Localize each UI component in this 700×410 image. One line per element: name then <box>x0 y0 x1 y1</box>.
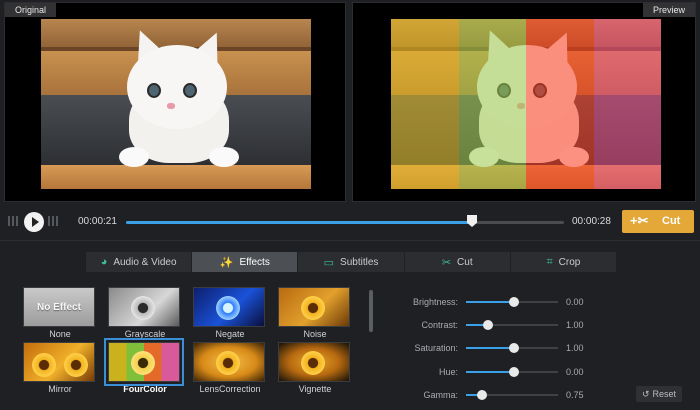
left-grip-handle[interactable] <box>8 216 20 226</box>
fourcolor-tint-band <box>391 19 459 189</box>
audio-video-icon: ◕ <box>100 256 108 268</box>
effect-label: None <box>49 329 71 339</box>
effect-lenscorrection[interactable]: LensCorrection <box>193 342 267 394</box>
effect-thumbnail <box>108 287 180 327</box>
saturation-label: Saturation: <box>414 343 458 353</box>
effect-grayscale[interactable]: Grayscale <box>108 287 182 339</box>
original-preview-pane: Original <box>4 2 346 202</box>
effects-scrollbar[interactable] <box>369 290 373 332</box>
hue-slider[interactable] <box>466 367 558 377</box>
slider-knob[interactable] <box>476 390 487 400</box>
tab-label: Subtitles <box>340 256 379 268</box>
tab-audio-video[interactable]: ◕ Audio & Video <box>86 252 193 272</box>
section-divider <box>0 240 700 241</box>
effect-thumbnail <box>193 287 265 327</box>
tab-label: Effects <box>239 256 270 268</box>
slider-knob[interactable] <box>483 320 494 330</box>
original-video-frame <box>41 19 311 189</box>
brightness-label: Brightness: <box>412 297 458 307</box>
contrast-value: 1.00 <box>566 320 584 330</box>
contrast-slider[interactable] <box>466 320 558 330</box>
timeline-playhead[interactable] <box>467 215 478 227</box>
hue-label: Hue: <box>438 367 458 377</box>
saturation-value: 1.00 <box>566 343 584 353</box>
magic-wand-icon: ✨ <box>219 256 234 269</box>
effect-preview-pane: Preview <box>352 2 696 202</box>
subtitles-icon: ▭ <box>323 256 335 269</box>
slider-knob[interactable] <box>508 367 519 377</box>
effect-label: LensCorrection <box>199 384 261 394</box>
scissors-icon: ✂ <box>441 256 452 269</box>
timeline-progress-fill <box>126 221 473 224</box>
play-button[interactable] <box>24 212 44 232</box>
brightness-value: 0.00 <box>566 297 584 307</box>
effect-none[interactable]: No Effect None <box>23 287 97 339</box>
slider-knob[interactable] <box>508 297 519 307</box>
fourcolor-tint-band <box>458 19 526 189</box>
effect-label: Noise <box>303 329 327 339</box>
slider-fill <box>466 301 514 303</box>
effect-label: Grayscale <box>124 329 166 339</box>
effect-thumbnail <box>278 287 350 327</box>
scissors-plus-icon: +✂ <box>630 213 649 228</box>
cut-button-label: Cut <box>662 215 681 227</box>
crop-icon: ⌗ <box>546 255 553 268</box>
effect-label: Negate <box>215 329 245 339</box>
timeline-track[interactable] <box>126 215 564 227</box>
tab-label: Crop <box>558 256 581 268</box>
effect-label: Mirror <box>48 384 72 394</box>
preview-video-frame <box>391 19 661 189</box>
gamma-slider[interactable] <box>466 390 558 400</box>
end-time: 00:00:28 <box>572 216 611 227</box>
effect-thumbnail <box>23 342 95 382</box>
cut-button[interactable]: +✂ Cut <box>622 210 694 233</box>
tab-effects[interactable]: ✨ Effects <box>192 252 299 272</box>
slider-fill <box>466 347 514 349</box>
effect-label: Vignette <box>298 384 332 394</box>
tab-subtitles[interactable]: ▭ Subtitles <box>298 252 405 272</box>
contrast-label: Contrast: <box>421 320 458 330</box>
tab-cut[interactable]: ✂ Cut <box>405 252 511 272</box>
tab-label: Cut <box>457 256 473 268</box>
effect-thumbnail <box>278 342 350 382</box>
effect-thumbnail: No Effect <box>23 287 95 327</box>
tab-label: Audio & Video <box>113 256 177 268</box>
reset-label: Reset <box>652 389 677 399</box>
tab-crop[interactable]: ⌗ Crop <box>511 252 616 272</box>
gamma-label: Gamma: <box>423 390 458 400</box>
reset-icon: ↺ <box>641 388 650 399</box>
hue-value: 0.00 <box>566 367 584 377</box>
slider-knob[interactable] <box>508 343 519 353</box>
effect-vignette[interactable]: Vignette <box>278 342 352 394</box>
slider-fill <box>466 371 514 373</box>
effect-negate[interactable]: Negate <box>193 287 267 339</box>
preview-label: Preview <box>642 3 695 17</box>
effect-thumbnail <box>104 338 184 386</box>
editor-tabs: ◕ Audio & Video ✨ Effects ▭ Subtitles ✂ … <box>86 252 616 272</box>
original-label: Original <box>5 3 57 17</box>
current-time: 00:00:21 <box>78 216 117 227</box>
effect-noise[interactable]: Noise <box>278 287 352 339</box>
saturation-slider[interactable] <box>466 343 558 353</box>
gamma-value: 0.75 <box>566 390 584 400</box>
effect-label: FourColor <box>123 384 167 394</box>
effect-mirror[interactable]: Mirror <box>23 342 97 394</box>
effect-thumbnail <box>193 342 265 382</box>
fourcolor-tint-band <box>593 19 661 189</box>
right-grip-handle[interactable] <box>48 216 60 226</box>
effect-fourcolor[interactable]: FourColor <box>104 338 184 394</box>
reset-button[interactable]: ↺ Reset <box>636 386 682 402</box>
fourcolor-tint-band <box>526 19 594 189</box>
brightness-slider[interactable] <box>466 297 558 307</box>
no-effect-badge: No Effect <box>24 288 94 326</box>
